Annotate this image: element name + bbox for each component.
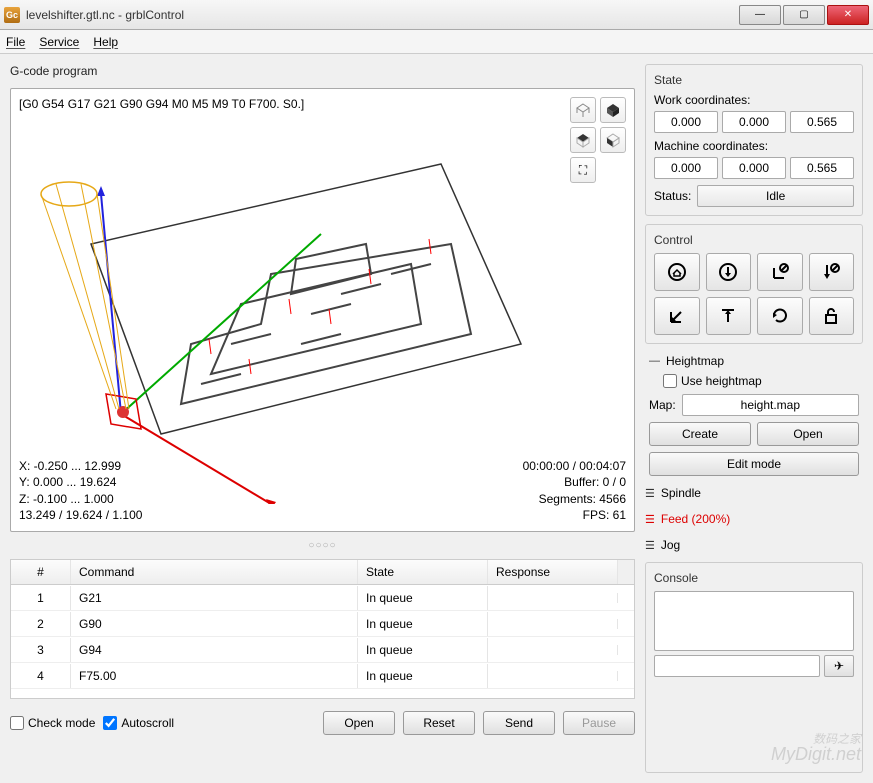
send-button[interactable]: Send: [483, 711, 555, 735]
work-coords-label: Work coordinates:: [654, 93, 854, 107]
table-header-num[interactable]: #: [11, 560, 71, 584]
zero-z-button[interactable]: [809, 253, 855, 291]
console-title: Console: [654, 571, 854, 585]
table-header-command[interactable]: Command: [71, 560, 358, 584]
refresh-button[interactable]: [757, 297, 803, 335]
console-output[interactable]: [654, 591, 854, 651]
control-panel: Control: [645, 224, 863, 344]
minimize-button[interactable]: —: [739, 5, 781, 25]
menubar: File Service Help: [0, 30, 873, 54]
unlock-button[interactable]: [809, 297, 855, 335]
table-row[interactable]: 1G21In queue: [11, 585, 634, 611]
work-z[interactable]: 0.565: [790, 111, 854, 133]
menu-file[interactable]: File: [6, 35, 25, 49]
viewer-stats-left: X: -0.250 ... 12.999 Y: 0.000 ... 19.624…: [19, 458, 142, 523]
spindle-toggle[interactable]: ☰Spindle: [645, 484, 863, 502]
home-button[interactable]: [654, 253, 700, 291]
machine-coords-label: Machine coordinates:: [654, 139, 854, 153]
table-header-response[interactable]: Response: [488, 560, 618, 584]
feed-toggle[interactable]: ☰Feed (200%): [645, 510, 863, 528]
table-scrollbar[interactable]: [618, 560, 634, 584]
state-panel: State Work coordinates: 0.000 0.000 0.56…: [645, 64, 863, 216]
table-row[interactable]: 2G90In queue: [11, 611, 634, 637]
app-icon: Gc: [4, 7, 20, 23]
window-title: levelshifter.gtl.nc - grblControl: [26, 8, 739, 22]
menu-help[interactable]: Help: [93, 35, 118, 49]
machine-x[interactable]: 0.000: [654, 157, 718, 179]
table-row[interactable]: 4F75.00In queue: [11, 663, 634, 689]
console-panel: Console ✈: [645, 562, 863, 773]
zero-xy-button[interactable]: [757, 253, 803, 291]
view-fit-button[interactable]: ⛶: [570, 157, 596, 183]
status-value: Idle: [697, 185, 854, 207]
status-label: Status:: [654, 189, 691, 203]
toolpath-preview-icon: [31, 124, 591, 504]
gcode-table: # Command State Response 1G21In queue2G9…: [10, 559, 635, 699]
goto-origin-button[interactable]: [654, 297, 700, 335]
table-row[interactable]: 3G94In queue: [11, 637, 634, 663]
heightmap-toggle[interactable]: —Heightmap: [649, 352, 859, 370]
machine-z[interactable]: 0.565: [790, 157, 854, 179]
use-heightmap-checkbox[interactable]: Use heightmap: [663, 374, 859, 388]
titlebar: Gc levelshifter.gtl.nc - grblControl — ▢…: [0, 0, 873, 30]
machine-y[interactable]: 0.000: [722, 157, 786, 179]
check-mode-checkbox[interactable]: Check mode: [10, 716, 95, 730]
gcode-viewer[interactable]: [G0 G54 G17 G21 G90 G94 M0 M5 M9 T0 F700…: [10, 88, 635, 532]
heightmap-open-button[interactable]: Open: [757, 422, 859, 446]
heightmap-edit-button[interactable]: Edit mode: [649, 452, 859, 476]
view-top-button[interactable]: [570, 127, 596, 153]
view-front-button[interactable]: [600, 127, 626, 153]
jog-toggle[interactable]: ☰Jog: [645, 536, 863, 554]
map-file-input[interactable]: height.map: [682, 394, 859, 416]
work-y[interactable]: 0.000: [722, 111, 786, 133]
view-iso-solid-button[interactable]: [600, 97, 626, 123]
control-title: Control: [654, 233, 854, 247]
pause-button[interactable]: Pause: [563, 711, 635, 735]
map-label: Map:: [649, 398, 676, 412]
viewer-stats-right: 00:00:00 / 00:04:07 Buffer: 0 / 0 Segmen…: [523, 458, 626, 523]
console-send-button[interactable]: ✈: [824, 655, 854, 677]
gcode-header-text: [G0 G54 G17 G21 G90 G94 M0 M5 M9 T0 F700…: [19, 97, 304, 111]
safe-z-button[interactable]: [706, 297, 752, 335]
table-header-state[interactable]: State: [358, 560, 488, 584]
reset-button[interactable]: Reset: [403, 711, 475, 735]
splitter-handle[interactable]: ○○○○: [10, 538, 635, 553]
maximize-button[interactable]: ▢: [783, 5, 825, 25]
view-iso-wire-button[interactable]: [570, 97, 596, 123]
menu-service[interactable]: Service: [39, 35, 79, 49]
work-x[interactable]: 0.000: [654, 111, 718, 133]
probe-button[interactable]: [706, 253, 752, 291]
console-input[interactable]: [654, 655, 820, 677]
open-button[interactable]: Open: [323, 711, 395, 735]
close-button[interactable]: ✕: [827, 5, 869, 25]
state-title: State: [654, 73, 854, 87]
heightmap-create-button[interactable]: Create: [649, 422, 751, 446]
autoscroll-checkbox[interactable]: Autoscroll: [103, 716, 174, 730]
gcode-panel-title: G-code program: [10, 64, 635, 78]
